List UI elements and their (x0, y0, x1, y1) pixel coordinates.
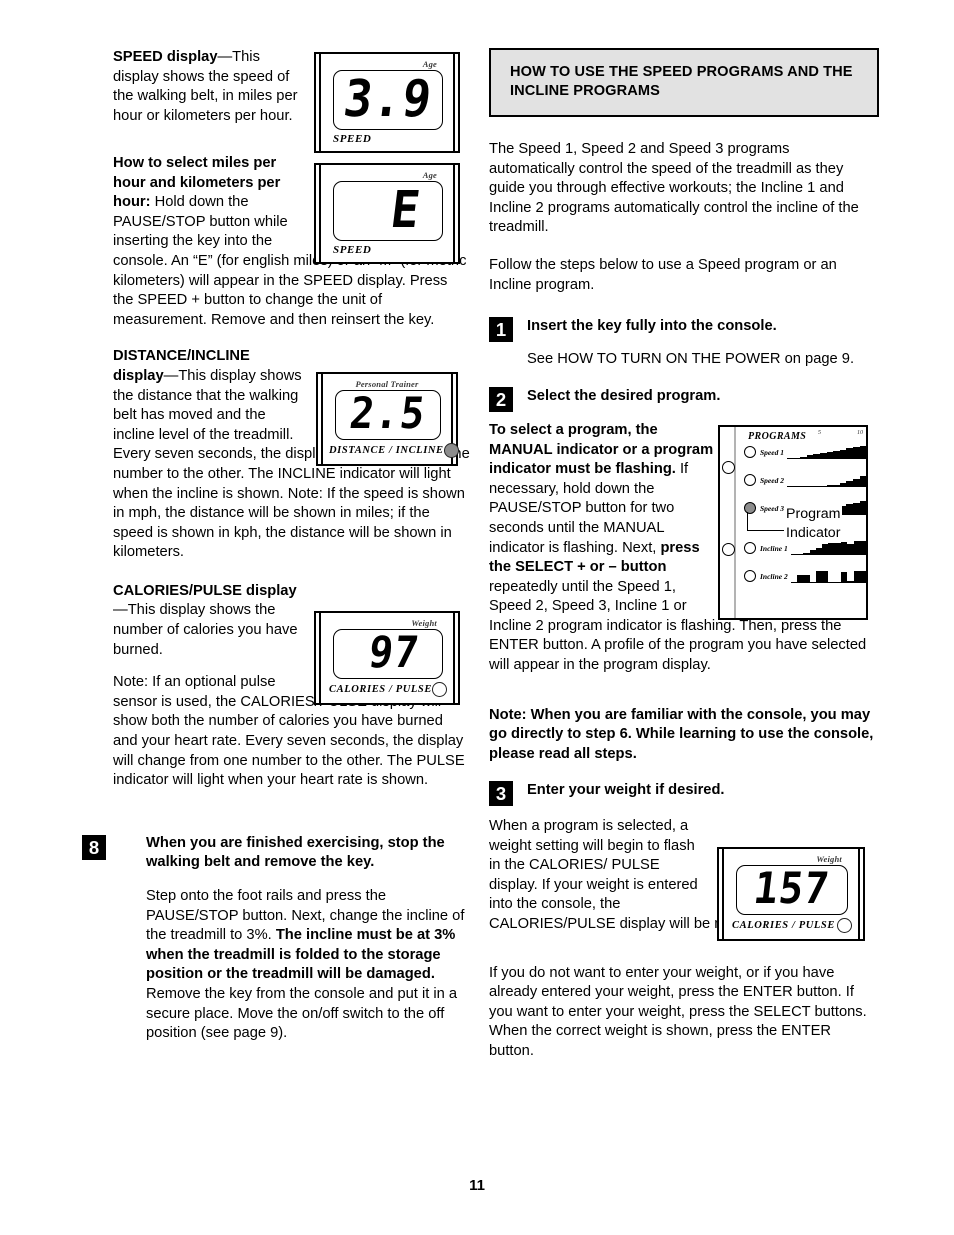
step-8-title: When you are finished exercising, stop t… (146, 834, 445, 871)
step-3-number: 3 (489, 781, 513, 807)
step-3-title: Enter your weight if desired. (527, 782, 725, 799)
step-3: 3 Enter your weight if desired. (489, 781, 879, 807)
distance-lcd-screen: 2.5 (335, 390, 441, 440)
distance-display-figure: Personal Trainer 2.5 DISTANCE / INCLINE (316, 372, 459, 466)
speed-units-lcd-value: E (387, 181, 424, 240)
program-row-speed-1[interactable]: Speed 1 (744, 443, 867, 461)
program-indicator-callout: Program Indicator (784, 505, 843, 542)
speed-display-lead: SPEED display (113, 49, 218, 65)
callout-line-2: Indicator (786, 524, 841, 541)
weight-lcd-bottom: CALORIES / PULSE (726, 918, 856, 933)
speed-units-lcd-panel: Age E SPEED (314, 163, 460, 264)
intro-paragraph-1: The Speed 1, Speed 2 and Speed 3 program… (489, 141, 859, 236)
speed-lcd-screen: 3.9 (333, 70, 443, 130)
step-1-body: See HOW TO TURN ON THE POWER on page 9. (527, 350, 855, 367)
distance-lcd-label: DISTANCE / INCLINE (329, 445, 444, 456)
speed-units-display-figure: Age E SPEED (314, 163, 460, 264)
calories-lcd-screen: 97 (333, 629, 443, 679)
step-2: 2 Select the desired program. (489, 387, 879, 413)
programs-scale-mark-1: 5 (818, 430, 821, 436)
step-8: 8 When you are finished exercising, stop… (82, 834, 471, 1044)
program-indicator-led-icon (744, 474, 756, 486)
speed-lcd-top-label: Age (422, 59, 437, 69)
step-2-title: Select the desired program. (527, 388, 721, 405)
step-1: 1 Insert the key fully into the console.… (489, 317, 879, 369)
step-8-number: 8 (82, 834, 106, 860)
speed-lcd-bottom: SPEED (323, 133, 451, 145)
program-row-label: Incline 1 (760, 543, 788, 553)
speed-lcd-panel: Age 3.9 SPEED (314, 52, 460, 153)
program-row-label: Speed 2 (760, 475, 784, 485)
program-indicator-led-icon (744, 570, 756, 582)
program-profile-graph (790, 569, 867, 583)
program-indicator-led-icon (744, 542, 756, 554)
intro-paragraph-2: Follow the steps below to use a Speed pr… (489, 256, 837, 293)
program-indicator-led-icon (744, 446, 756, 458)
weight-display-figure: Weight 157 CALORIES / PULSE (717, 847, 865, 941)
distance-lcd-bottom: DISTANCE / INCLINE (325, 443, 459, 458)
step-8-body: Step onto the foot rails and press the P… (146, 887, 471, 1044)
step-2-note: Note: When you are familiar with the con… (489, 706, 874, 762)
programs-scale-mark-2: 10 (857, 430, 863, 436)
speed-lcd-value: 3.9 (340, 70, 436, 129)
program-row-label: Incline 2 (760, 571, 788, 581)
program-row-incline-2[interactable]: Incline 2 (744, 567, 867, 585)
speed-units-lcd-screen: E (333, 181, 443, 241)
speed-display-figure: Age 3.9 SPEED (314, 52, 460, 153)
speed-units-lcd-bottom: SPEED (323, 244, 451, 256)
calories-lcd-top-label: Weight (411, 618, 437, 628)
weight-lcd-label: CALORIES / PULSE (732, 920, 835, 931)
pulse-indicator-icon (432, 682, 447, 697)
speed-lcd-label: SPEED (333, 133, 372, 145)
page-number: 11 (469, 1177, 485, 1194)
distance-lcd-value: 2.5 (347, 390, 429, 439)
step-8-body-part2: Remove the key from the console and put … (146, 985, 458, 1042)
speed-units-lcd-top-label: Age (422, 170, 437, 180)
incline-indicator-icon (443, 443, 459, 458)
weight-lcd-top-label: Weight (816, 854, 842, 864)
calories-lcd-label: CALORIES / PULSE (329, 684, 432, 695)
panel-screw-hole-top (722, 461, 735, 474)
step-2-number: 2 (489, 387, 513, 413)
program-profile-graph (790, 541, 867, 555)
calories-lcd-panel: Weight 97 CALORIES / PULSE (314, 611, 460, 705)
calories-pulse-lead: CALORIES/PULSE display (113, 582, 297, 599)
distance-lcd-panel: Personal Trainer 2.5 DISTANCE / INCLINE (316, 372, 459, 466)
programs-panel-rail (734, 427, 736, 618)
programs-panel-title: PROGRAMS (748, 431, 807, 442)
callout-line-1: Program (786, 506, 841, 522)
step-1-title: Insert the key fully into the console. (527, 318, 777, 335)
weight-lcd-screen: 157 (736, 865, 848, 915)
program-profile-graph (786, 445, 867, 459)
manual-page: SPEED display—This display shows the spe… (0, 0, 954, 1235)
program-indicator-callout-line (747, 512, 786, 531)
program-row-label: Speed 1 (760, 447, 784, 457)
weight-pulse-indicator-icon (837, 918, 852, 933)
step-3-body-2: If you do not want to enter your weight,… (489, 964, 867, 1059)
speed-units-lcd-label: SPEED (333, 244, 372, 256)
distance-lcd-top-label: Personal Trainer (355, 379, 419, 389)
program-row-speed-2[interactable]: Speed 2 (744, 471, 867, 489)
calories-lcd-value: 97 (365, 629, 423, 678)
section-heading-box: HOW TO USE THE SPEED PROGRAMS AND THE IN… (489, 48, 879, 117)
weight-lcd-value: 157 (751, 865, 833, 914)
calories-lcd-bottom: CALORIES / PULSE (323, 682, 451, 697)
program-profile-graph (786, 473, 867, 487)
calories-display-figure: Weight 97 CALORIES / PULSE (314, 611, 460, 705)
panel-screw-hole-bottom (722, 543, 735, 556)
calories-pulse-text: —This display shows the number of calori… (113, 602, 298, 658)
step-1-number: 1 (489, 317, 513, 343)
section-heading-title: HOW TO USE THE SPEED PROGRAMS AND THE IN… (510, 64, 853, 99)
weight-lcd-panel: Weight 157 CALORIES / PULSE (717, 847, 865, 941)
